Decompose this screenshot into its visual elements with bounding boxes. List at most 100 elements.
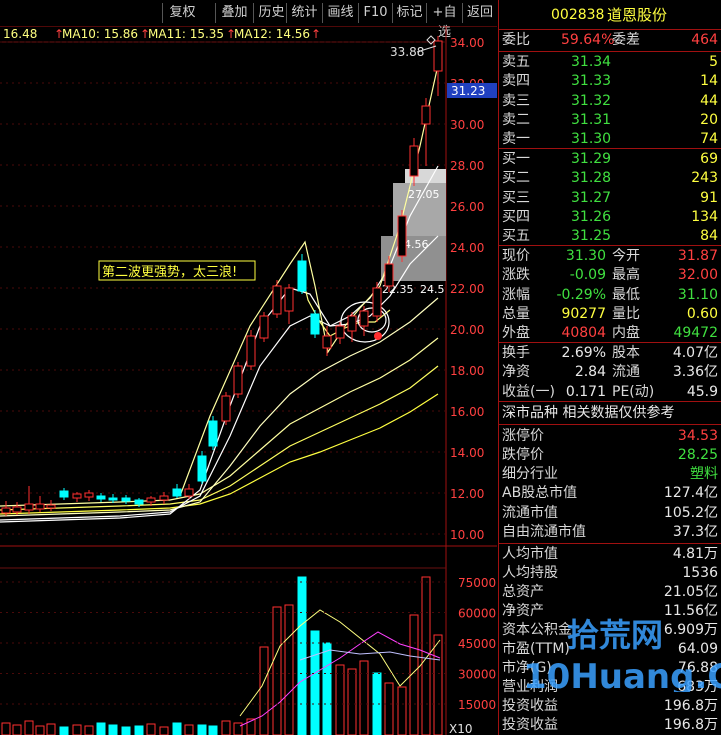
stat-value: 31.10 (677, 286, 718, 303)
volume-bar (384, 682, 394, 735)
fin-value: 2.69% (561, 345, 606, 361)
sell-volume: 5 (709, 54, 718, 70)
candle-body (297, 260, 307, 292)
divider (499, 245, 721, 246)
info-label: 人均市值 (502, 546, 558, 562)
candle-body (310, 313, 320, 335)
fuquan-button[interactable]: 复权 (162, 3, 202, 23)
sell-row: 卖二 31.31 20 (499, 111, 721, 130)
draw-line-button[interactable]: 画线 (322, 3, 358, 23)
weibi-value: 59.64% (561, 32, 615, 48)
price-tick: 24.00 (450, 241, 484, 255)
volume-bar (146, 723, 156, 735)
limit-up-label: 涨停价 (502, 428, 544, 444)
divider (499, 51, 721, 52)
volume-bar (1, 722, 11, 735)
mark-button[interactable]: 标记 (392, 3, 426, 23)
quote-panel: 002838 道恩股份 委比 59.64% 委差 464 卖五 31.34 5 卖四 3… (498, 0, 721, 735)
price-tick: 34.00 (450, 36, 484, 50)
info-row: 流通市值 105.2亿 (499, 504, 721, 523)
add-watchlist-button[interactable]: +自选 (426, 3, 462, 40)
info-label: 细分行业 (502, 466, 558, 482)
candle-body (272, 285, 282, 315)
buy-price: 31.28 (571, 170, 612, 187)
candle-body (59, 490, 69, 498)
info-value: 37.3亿 (672, 523, 718, 540)
ma11-legend: MA11: 15.35 (148, 27, 224, 41)
info-value: 196.8万 (663, 698, 718, 714)
buy-label: 买二 (502, 170, 530, 187)
ma10-legend: MA10: 15.86 (62, 27, 138, 41)
candle-body (208, 420, 218, 447)
volume-bar (233, 722, 243, 735)
high-price-label: 33.88 (390, 45, 424, 59)
price-tick: 30.00 (450, 118, 484, 132)
sell-volume: 20 (700, 111, 718, 128)
buy-label: 买三 (502, 189, 530, 206)
kline-chart[interactable]: 16.48 ↑ MA10: 15.86 ↑ MA11: 15.35 ↑ MA12… (0, 26, 497, 735)
current-price-value: 31.23 (451, 84, 485, 98)
fin-row: 换手 2.69% 股本 4.07亿 (499, 344, 721, 363)
info-label: 总资产 (502, 584, 544, 600)
price-tick: 20.00 (450, 323, 484, 337)
sell-price: 31.30 (571, 131, 612, 148)
stat-label: 总量 (502, 305, 530, 322)
volume-bar (184, 724, 194, 735)
volume-bar (159, 726, 169, 735)
candle-body (159, 495, 169, 501)
stat-value: 49472 (673, 325, 718, 342)
info-row: AB股总市值 127.4亿 (499, 484, 721, 503)
stats-button[interactable]: 统计 (286, 3, 322, 23)
stat-row: 涨跌 -0.09 最高 32.00 (499, 266, 721, 285)
buy-volume: 243 (691, 170, 718, 187)
buy-volume: 91 (700, 189, 718, 206)
candle-body (397, 215, 407, 257)
buy-price: 31.27 (571, 189, 612, 206)
f10-button[interactable]: F10 (358, 3, 392, 23)
info-row: 投资收益 196.8万 (499, 716, 721, 735)
buy-label: 买一 (502, 151, 530, 167)
volume-bar (397, 686, 407, 735)
volume-tick: 30000 (458, 668, 496, 682)
candle-body (221, 395, 231, 422)
history-button[interactable]: 历史 (253, 3, 289, 23)
fin-label: 净资 (502, 364, 530, 381)
candle-body (1, 507, 11, 514)
sell-label: 卖四 (502, 73, 530, 90)
fin-value: 0.171 (565, 383, 606, 400)
ma12-legend: MA12: 14.56 (234, 27, 310, 41)
candle-body (322, 335, 332, 349)
volume-bar (221, 720, 231, 735)
volume-bar (359, 660, 369, 735)
candle-body (233, 365, 243, 395)
volume-bar (35, 725, 45, 735)
signal-dot (374, 332, 382, 340)
volume-bar (272, 606, 282, 735)
stat-value: 31.30 (565, 248, 606, 264)
candle-body (259, 315, 269, 339)
sell-row: 卖三 31.32 44 (499, 92, 721, 111)
buy-label: 买四 (502, 208, 530, 225)
candle-body (409, 145, 419, 177)
buy-volume: 134 (691, 208, 718, 225)
candle-body (108, 497, 118, 501)
volume-tick: 45000 (458, 637, 496, 651)
profile-label: 27.05 (408, 188, 440, 201)
price-tick: 16.00 (450, 405, 484, 419)
stat-value: -0.29% (556, 286, 606, 303)
info-label: 人均持股 (502, 565, 558, 581)
volume-bar (59, 726, 69, 735)
price-tick: 18.00 (450, 364, 484, 378)
fin-label: 股本 (612, 345, 640, 361)
overlay-button[interactable]: 叠加 (215, 3, 253, 23)
vol-ma-line (299, 649, 441, 661)
volume-bar (84, 725, 94, 735)
sell-row: 卖一 31.30 74 (499, 130, 721, 149)
volume-bar (12, 724, 22, 735)
candle-body (347, 315, 357, 332)
back-button[interactable]: 返回 (462, 3, 497, 23)
candle-body (335, 325, 345, 339)
info-value: 1536 (682, 565, 718, 581)
sell-volume: 44 (700, 92, 718, 109)
fin-label: 收益(一) (502, 383, 555, 400)
